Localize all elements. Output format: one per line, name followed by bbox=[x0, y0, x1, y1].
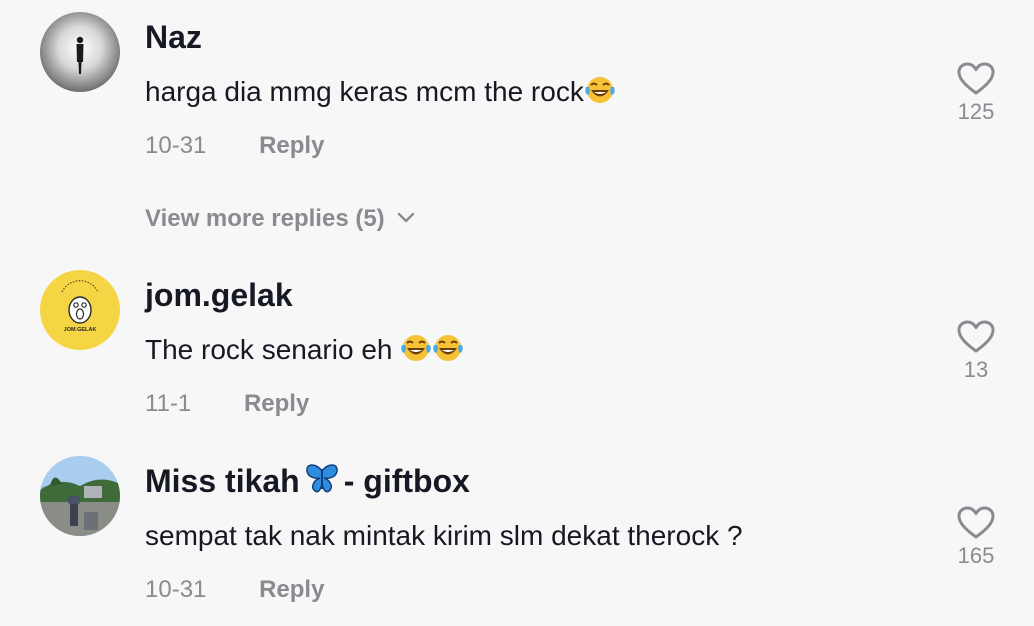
comment-text: The rock senario eh bbox=[145, 332, 464, 372]
heart-icon[interactable] bbox=[957, 320, 995, 354]
comment-text: harga dia mmg keras mcm the rock bbox=[145, 74, 616, 114]
username-suffix: - giftbox bbox=[343, 463, 470, 499]
avatar-miss-tikah[interactable] bbox=[40, 456, 120, 536]
face-with-tears-of-joy-icon bbox=[400, 333, 432, 372]
avatar-logo-text: JOM.GELAK bbox=[64, 327, 97, 333]
like-count: 125 bbox=[957, 99, 995, 124]
avatar-image bbox=[40, 456, 120, 536]
comment-username[interactable]: Naz bbox=[145, 17, 202, 57]
comment-text-content: The rock senario eh bbox=[145, 334, 401, 365]
face-with-tears-of-joy-icon bbox=[432, 333, 464, 372]
like-control: 13 bbox=[948, 320, 1004, 384]
face-with-tears-of-joy-icon bbox=[584, 75, 616, 114]
avatar-naz[interactable] bbox=[40, 12, 120, 92]
comment-meta: 11-1 Reply bbox=[145, 389, 309, 419]
like-count: 13 bbox=[963, 357, 989, 382]
like-count: 165 bbox=[957, 543, 995, 568]
comment-date: 10-31 bbox=[145, 576, 207, 603]
avatar-image: JOM.GELAK bbox=[40, 270, 120, 350]
reply-button[interactable]: Reply bbox=[259, 131, 324, 161]
comment-date: 10-31 bbox=[145, 132, 207, 159]
butterfly-icon bbox=[304, 463, 340, 504]
avatar-image bbox=[40, 12, 120, 92]
avatar-jom-gelak[interactable]: JOM.GELAK bbox=[40, 270, 120, 350]
heart-icon[interactable] bbox=[957, 62, 995, 96]
comment-username[interactable]: jom.gelak bbox=[145, 275, 293, 315]
chevron-down-icon bbox=[397, 201, 415, 233]
username-prefix: Miss tikah bbox=[145, 463, 300, 499]
like-control: 165 bbox=[948, 506, 1004, 570]
comment-text: sempat tak nak mintak kirim slm dekat th… bbox=[145, 520, 743, 551]
comment-list: Naz harga dia mmg keras mcm the rock 10-… bbox=[0, 0, 1034, 626]
heart-icon[interactable] bbox=[957, 506, 995, 540]
comment-meta: 10-31 Reply bbox=[145, 131, 324, 161]
view-more-replies-button[interactable]: View more replies (5) bbox=[145, 201, 415, 235]
reply-button[interactable]: Reply bbox=[244, 389, 309, 419]
comment-meta: 10-31 Reply bbox=[145, 575, 324, 605]
comment-username[interactable]: Miss tikah - giftbox bbox=[145, 461, 470, 504]
view-more-replies-label: View more replies (5) bbox=[145, 205, 385, 232]
reply-button[interactable]: Reply bbox=[259, 575, 324, 605]
comment-date: 11-1 bbox=[145, 390, 192, 417]
comment-text-content: harga dia mmg keras mcm the rock bbox=[145, 76, 584, 107]
like-control: 125 bbox=[948, 62, 1004, 126]
